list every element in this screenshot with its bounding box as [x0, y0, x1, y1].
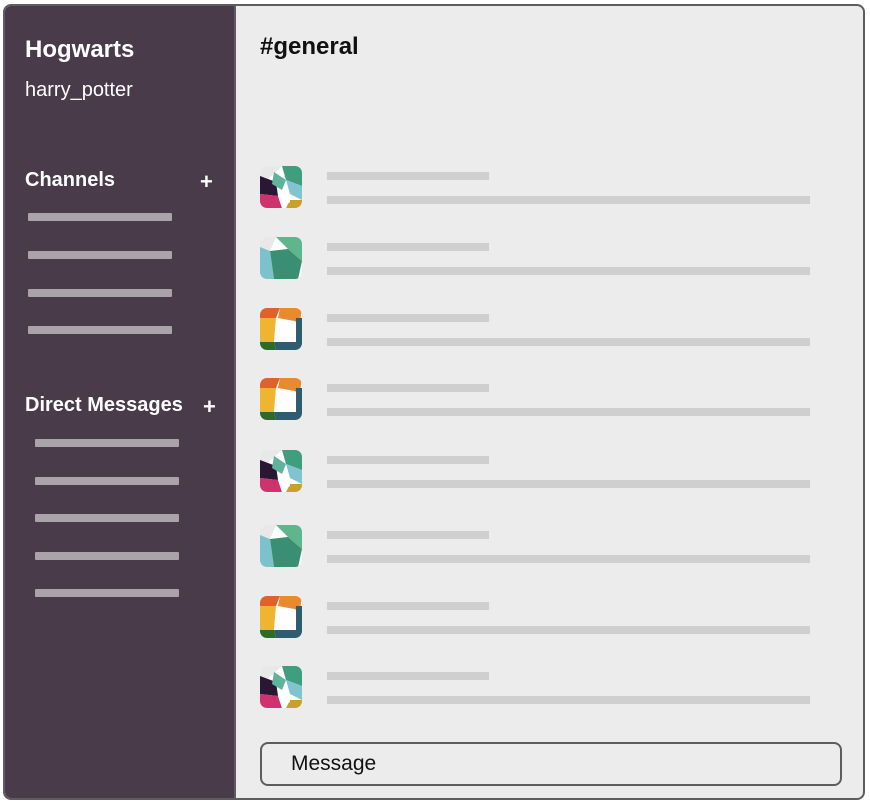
channel-item[interactable] — [28, 251, 172, 259]
message-item[interactable] — [260, 666, 820, 710]
message-author-placeholder — [327, 243, 489, 251]
message-item[interactable] — [260, 525, 820, 569]
user-avatar-icon[interactable] — [260, 450, 302, 492]
user-avatar-icon[interactable] — [260, 166, 302, 208]
sidebar: Hogwarts harry_potter Channels + Direct … — [5, 6, 236, 798]
message-author-placeholder — [327, 314, 489, 322]
message-text-placeholder — [327, 267, 810, 275]
user-avatar-icon[interactable] — [260, 596, 302, 638]
message-item[interactable] — [260, 237, 820, 281]
user-avatar-icon[interactable] — [260, 525, 302, 567]
message-item[interactable] — [260, 596, 820, 640]
direct-message-item[interactable] — [35, 514, 179, 522]
user-avatar-icon[interactable] — [260, 378, 302, 420]
direct-messages-header[interactable]: Direct Messages — [25, 394, 183, 417]
message-text-placeholder — [327, 555, 810, 563]
message-input[interactable] — [262, 744, 840, 784]
message-item[interactable] — [260, 308, 820, 352]
add-channel-button[interactable]: + — [200, 171, 213, 193]
message-author-placeholder — [327, 672, 489, 680]
user-name: harry_potter — [25, 79, 133, 101]
message-text-placeholder — [327, 338, 810, 346]
channel-title: #general — [260, 33, 359, 60]
channel-item[interactable] — [28, 289, 172, 297]
add-direct-message-button[interactable]: + — [203, 396, 216, 418]
user-avatar-icon[interactable] — [260, 308, 302, 350]
direct-message-item[interactable] — [35, 589, 179, 597]
message-author-placeholder — [327, 602, 489, 610]
direct-message-item[interactable] — [35, 439, 179, 447]
user-avatar-icon[interactable] — [260, 237, 302, 279]
message-text-placeholder — [327, 480, 810, 488]
message-composer[interactable] — [260, 742, 842, 786]
message-author-placeholder — [327, 456, 489, 464]
message-text-placeholder — [327, 408, 810, 416]
channel-item[interactable] — [28, 326, 172, 334]
direct-message-item[interactable] — [35, 552, 179, 560]
user-avatar-icon[interactable] — [260, 666, 302, 708]
workspace-name[interactable]: Hogwarts — [25, 36, 134, 64]
message-text-placeholder — [327, 696, 810, 704]
channels-header[interactable]: Channels — [25, 169, 115, 192]
message-author-placeholder — [327, 531, 489, 539]
channel-item[interactable] — [28, 213, 172, 221]
message-item[interactable] — [260, 450, 820, 494]
app-window: Hogwarts harry_potter Channels + Direct … — [3, 4, 865, 800]
message-author-placeholder — [327, 384, 489, 392]
direct-message-item[interactable] — [35, 477, 179, 485]
message-item[interactable] — [260, 166, 820, 210]
message-text-placeholder — [327, 196, 810, 204]
message-item[interactable] — [260, 378, 820, 422]
message-author-placeholder — [327, 172, 489, 180]
message-text-placeholder — [327, 626, 810, 634]
